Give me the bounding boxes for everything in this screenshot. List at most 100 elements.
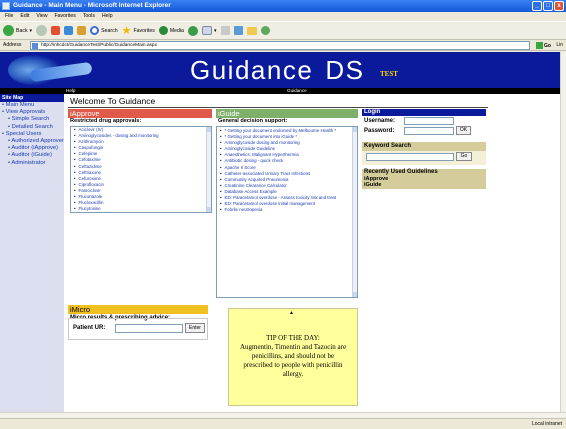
media-icon [158,26,168,35]
brand-word: Guidance [190,55,314,85]
address-input[interactable]: http://inhcdct/GuidanceTest/Public/Guida… [30,41,530,50]
login-title: Login [362,109,486,116]
sidebar-item-label: Simple Search [11,116,50,123]
sidebar-item-auditor-iapprove[interactable]: • Auditor (iApprove) [0,145,64,152]
print-icon [220,26,230,35]
title-bar: Guidance - Main Menu - Microsoft Interne… [0,0,566,12]
keyword-search-title: Keyword Search [362,142,486,151]
menu-favorites[interactable]: Favorites [54,12,75,21]
folder-icon [246,26,257,35]
title-divider [68,107,488,108]
iguide-subtitle: General decision support: [218,118,288,124]
password-input[interactable] [404,127,454,135]
forward-button[interactable] [36,25,48,36]
print-button[interactable] [220,26,230,35]
iguide-title: iGuide [216,109,358,118]
sidebar-item-main-menu[interactable]: • Main Menu [0,102,64,109]
mail-button[interactable]: ▾ [201,26,217,35]
ok-button[interactable]: OK [456,126,471,135]
media-button[interactable]: Media [158,26,184,35]
username-label: Username: [364,118,396,124]
list-item[interactable]: Flucytosine [71,206,211,212]
sidebar-item-administrator[interactable]: • Administrator [0,160,64,167]
menu-view[interactable]: View [36,12,47,21]
minimize-button[interactable]: _ [532,1,542,11]
sidebar-item-label: Administrator [11,159,46,166]
menu-edit[interactable]: Edit [20,12,29,21]
nav-guidance-link[interactable]: Guidance [287,88,307,94]
imicro-form: Patient UR: Enter [68,318,208,340]
refresh-button[interactable] [64,26,74,35]
page-title: Welcome To Guidance [70,96,156,106]
recent-item-iguide[interactable]: iGuide [362,182,486,189]
media-label: Media [169,27,184,34]
messenger-icon [260,26,270,35]
menu-bar: File Edit View Favorites Tools Help [0,12,566,21]
sidebar-item-simple-search[interactable]: • Simple Search [0,116,64,123]
messenger-button[interactable] [260,26,270,35]
username-row: Username: [362,116,486,126]
search-button[interactable]: Search [90,26,118,35]
recent-guidelines-title: Recently Used Guidelines [362,169,486,176]
iapprove-subtitle: Restricted drug approvals: [70,118,142,124]
keyword-go-button[interactable]: Go [456,152,472,161]
tip-scroll-up-icon[interactable]: ▲ [289,309,294,318]
favorites-label: Favorites [133,27,155,34]
history-icon [187,25,198,36]
back-label: Back [16,27,28,34]
list-scrollbar[interactable] [352,127,357,297]
page-icon [32,43,38,49]
iguide-list[interactable]: * Getting your document endorsed by Melb… [216,126,358,298]
menu-file[interactable]: File [5,12,13,21]
search-icon [90,26,100,35]
folder-button[interactable] [246,26,257,35]
close-button[interactable]: x [554,1,564,11]
sidebar-item-view-approvals[interactable]: • View Approvals [0,109,64,116]
sidebar-title: Site Map [0,94,64,102]
sidebar-item-label: Detailed Search [11,123,53,130]
back-button[interactable]: Back ▾ [3,25,32,36]
iapprove-list[interactable]: Aciclovir (IV) Aminoglycosides - dosing … [70,126,212,213]
iapprove-panel: iApprove Restricted drug approvals: [68,109,212,125]
username-input[interactable] [404,117,454,125]
enter-button[interactable]: Enter [185,323,205,333]
address-label: Address [3,42,22,48]
links-label[interactable]: Lin [556,42,563,49]
sidebar-item-label: Auditor (iApprove) [11,145,59,152]
sidebar-item-special-users[interactable]: • Special Users [0,131,64,138]
toolbar: Back ▾ Search ★ Favorites Media ▾ [0,21,566,40]
address-url: http://inhcdct/GuidanceTest/Public/Guida… [41,43,157,48]
list-item[interactable]: Febrile neutropenia [217,207,357,213]
brand-tag: TEST [380,70,398,78]
scroll-up-icon[interactable] [207,127,211,132]
stop-button[interactable] [51,26,61,35]
nav-help-link[interactable]: Help [66,88,75,94]
patient-ur-input[interactable] [115,324,183,333]
chevron-down-icon: ▾ [213,27,217,34]
login-panel: Login Username: Password: OK Keyword Sea… [362,109,486,189]
edit-icon [233,26,243,35]
scroll-up-icon[interactable] [353,127,357,132]
keyword-input[interactable] [366,153,454,161]
favorites-button[interactable]: ★ Favorites [122,24,155,37]
sidebar-item-auditor-iguide[interactable]: • Auditor (iGuide) [0,152,64,159]
history-button[interactable] [187,25,198,36]
menu-tools[interactable]: Tools [83,12,95,21]
page-vertical-scrollbar[interactable] [560,52,566,412]
window-title: Guidance - Main Menu - Microsoft Interne… [13,2,171,9]
scroll-down-icon[interactable] [353,292,357,297]
list-scrollbar[interactable] [206,127,211,212]
password-label: Password: [364,128,395,134]
maximize-button[interactable]: □ [543,1,553,11]
back-arrow-icon [3,25,14,36]
sidebar-item-authorized-approver[interactable]: • Authorized Approver [0,138,64,145]
menu-help[interactable]: Help [102,12,113,21]
go-button[interactable]: Go Lin [536,42,564,50]
address-bar: Address http://inhcdct/GuidanceTest/Publ… [0,40,566,51]
home-button[interactable] [77,26,87,35]
edit-button[interactable] [233,26,243,35]
sidebar-item-detailed-search[interactable]: • Detailed Search [0,124,64,131]
scroll-down-icon[interactable] [207,207,211,212]
tip-text: Augmentin, Timentin and Tazocin are peni… [239,343,347,378]
iapprove-title: iApprove [68,109,212,118]
